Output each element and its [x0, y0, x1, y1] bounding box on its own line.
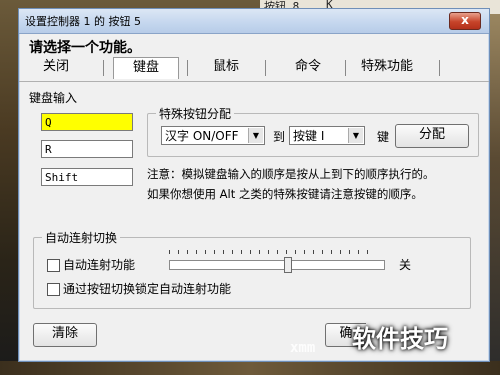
keyboard-input-legend: 键盘输入 — [29, 91, 78, 105]
tab-close[interactable]: 关闭 — [31, 57, 81, 79]
key-label: 键 — [377, 130, 390, 144]
tab-command[interactable]: 命令 — [281, 57, 335, 79]
slider-end-label: 关 — [399, 258, 412, 272]
slider-thumb[interactable] — [283, 257, 292, 273]
tab-divider — [265, 60, 266, 76]
close-icon: x — [461, 13, 469, 27]
tab-special-function[interactable]: 特殊功能 — [351, 57, 423, 79]
tab-divider — [439, 60, 440, 76]
autofire-checkbox-label: 自动连射功能 — [63, 258, 136, 272]
slider-ticks — [169, 250, 369, 254]
watermark-text: 软件技巧 — [352, 325, 448, 353]
special-key-select-value: 汉字 ON/OFF — [165, 129, 239, 143]
chevron-down-icon: ▼ — [348, 128, 363, 143]
toggle-lock-checkbox[interactable] — [47, 283, 60, 296]
watermark-url: xmm — [290, 340, 316, 356]
tab-divider — [103, 60, 104, 76]
page-heading: 请选择一个功能。 — [29, 40, 141, 56]
special-assign-legend: 特殊按钮分配 — [156, 105, 235, 122]
autofire-checkbox[interactable] — [47, 259, 60, 272]
background-bottom-strip — [0, 361, 500, 375]
settings-dialog: 设置控制器 1 的 按钮 5 x 请选择一个功能。 关闭 键盘 鼠标 命令 特殊… — [18, 8, 490, 362]
close-button[interactable]: x — [449, 12, 481, 30]
window-title: 设置控制器 1 的 按钮 5 — [25, 15, 141, 28]
tab-divider — [345, 60, 346, 76]
target-key-select-value: 按键 I — [293, 129, 325, 143]
tab-keyboard[interactable]: 键盘 — [113, 57, 179, 79]
note-line-2: 如果你想使用 Alt 之类的特殊按键请注意按键的顺序。 — [147, 187, 423, 201]
special-key-select[interactable]: 汉字 ON/OFF ▼ — [161, 126, 265, 145]
chevron-down-icon: ▼ — [248, 128, 263, 143]
toggle-lock-checkbox-label: 通过按钮切换锁定自动连射功能 — [63, 282, 232, 296]
key-input-2[interactable]: R — [41, 140, 133, 158]
tab-underline — [19, 81, 489, 82]
autofire-legend: 自动连射切换 — [42, 229, 121, 246]
key-input-1[interactable]: Q — [41, 113, 133, 131]
autofire-speed-slider[interactable] — [169, 260, 385, 270]
assign-button[interactable]: 分配 — [395, 124, 469, 148]
target-key-select[interactable]: 按键 I ▼ — [289, 126, 365, 145]
note-line-1: 注意：模拟键盘输入的顺序是按从上到下的顺序执行的。 — [147, 167, 435, 181]
title-bar: 设置控制器 1 的 按钮 5 x — [19, 9, 489, 34]
autofire-group: 自动连射切换 — [33, 229, 471, 309]
tab-mouse[interactable]: 鼠标 — [199, 57, 253, 79]
key-input-3[interactable]: Shift — [41, 168, 133, 186]
clear-button[interactable]: 清除 — [33, 323, 97, 347]
to-label: 到 — [273, 130, 286, 144]
function-tabs: 关闭 键盘 鼠标 命令 特殊功能 — [29, 57, 469, 79]
tab-divider — [187, 60, 188, 76]
